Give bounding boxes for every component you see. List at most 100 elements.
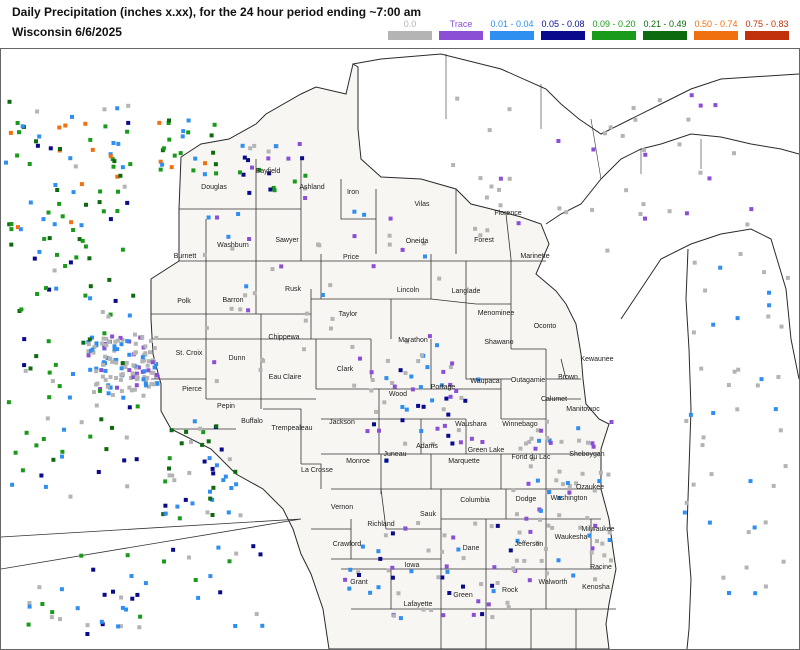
station-dot xyxy=(763,520,768,525)
station-dot xyxy=(691,330,696,335)
station-dot xyxy=(208,574,213,579)
station-dot xyxy=(140,355,145,360)
station-dot xyxy=(528,529,533,534)
county-label: Washington xyxy=(551,495,588,502)
station-dot xyxy=(458,440,463,445)
station-dot xyxy=(469,436,474,441)
station-dot xyxy=(718,265,723,270)
legend-label: 0.09 - 0.20 xyxy=(592,19,636,29)
station-dot xyxy=(507,176,512,181)
station-dot xyxy=(698,170,703,175)
station-dot xyxy=(238,307,243,312)
county-label: Vilas xyxy=(414,201,430,208)
station-dot xyxy=(88,284,93,289)
station-dot xyxy=(545,435,550,440)
station-dot xyxy=(69,220,74,225)
station-dot xyxy=(226,510,231,515)
station-dot xyxy=(590,441,595,446)
station-dot xyxy=(96,470,101,474)
station-dot xyxy=(392,384,397,389)
station-dot xyxy=(206,215,211,220)
station-dot xyxy=(441,407,446,412)
station-dot xyxy=(376,549,381,554)
county-label: Sheboygan xyxy=(569,451,605,458)
station-dot xyxy=(247,190,252,195)
map-subtitle: Wisconsin 6/6/2025 xyxy=(12,25,122,39)
station-dot xyxy=(137,625,142,630)
station-dot xyxy=(297,142,302,146)
station-dot xyxy=(35,143,40,148)
station-dot xyxy=(116,624,121,629)
station-dot xyxy=(707,520,712,525)
station-dot xyxy=(302,347,306,352)
station-dot xyxy=(451,535,456,540)
station-dot xyxy=(576,426,581,431)
station-dot xyxy=(539,428,544,433)
station-dot xyxy=(49,615,54,620)
station-dot xyxy=(736,367,741,372)
station-dot xyxy=(522,558,527,563)
station-dot xyxy=(135,374,140,379)
station-dot xyxy=(127,368,132,373)
station-dot xyxy=(135,592,140,597)
station-dot xyxy=(219,447,224,452)
station-dot xyxy=(128,162,133,167)
station-dot xyxy=(609,420,614,424)
station-dot xyxy=(108,375,113,380)
station-dot xyxy=(143,344,148,349)
county-label: Buffalo xyxy=(241,418,263,425)
station-dot xyxy=(677,142,682,147)
station-dot xyxy=(571,573,576,578)
station-dot xyxy=(15,225,20,230)
station-dot xyxy=(208,489,212,494)
station-dot xyxy=(144,383,149,388)
station-dot xyxy=(103,377,108,382)
station-dot xyxy=(410,387,415,392)
station-dot xyxy=(732,369,737,374)
station-dot xyxy=(98,189,103,194)
station-dot xyxy=(152,346,157,351)
station-dot xyxy=(53,183,58,187)
station-dot xyxy=(167,137,172,142)
precipitation-legend: 0.0 Trace 0.01 - 0.04 0.05 - 0.08 0.09 - 0.2… xyxy=(384,19,794,43)
station-dot xyxy=(145,363,150,368)
station-dot xyxy=(246,158,250,163)
county-label: Oneida xyxy=(406,238,429,245)
station-dot xyxy=(352,209,357,214)
station-dot xyxy=(223,474,228,479)
county-label: Douglas xyxy=(201,184,227,191)
station-dot xyxy=(721,575,726,580)
legend-label: 0.0 xyxy=(403,19,417,29)
station-dot xyxy=(403,371,408,375)
station-dot xyxy=(68,156,73,161)
county-label: Sawyer xyxy=(275,237,299,244)
station-dot xyxy=(638,212,643,216)
station-dot xyxy=(115,338,120,343)
station-dot xyxy=(698,103,703,108)
station-dot xyxy=(507,107,512,112)
station-dot xyxy=(202,172,207,177)
station-dot xyxy=(28,366,33,371)
station-dot xyxy=(745,222,750,227)
map-title: Daily Precipitation (inches x.xx), for t… xyxy=(12,5,422,19)
station-dot xyxy=(54,286,59,291)
station-dot xyxy=(92,390,96,395)
station-dot xyxy=(370,378,375,382)
station-dot xyxy=(37,134,42,139)
station-dot xyxy=(119,595,124,600)
county-label: Portage xyxy=(431,384,456,391)
station-dot xyxy=(192,419,197,424)
station-dot xyxy=(440,575,445,580)
station-dot xyxy=(491,589,496,594)
station-dot xyxy=(376,585,381,590)
legend-label: 0.21 - 0.49 xyxy=(643,19,687,29)
station-dot xyxy=(133,341,138,346)
station-dot xyxy=(119,389,124,393)
station-dot xyxy=(688,412,693,417)
station-dot xyxy=(99,619,104,624)
station-dot xyxy=(517,530,522,535)
county-label: Dane xyxy=(463,545,480,552)
legend-label: 0.01 - 0.04 xyxy=(490,19,534,29)
station-dot xyxy=(101,362,106,367)
station-dot xyxy=(160,162,165,167)
